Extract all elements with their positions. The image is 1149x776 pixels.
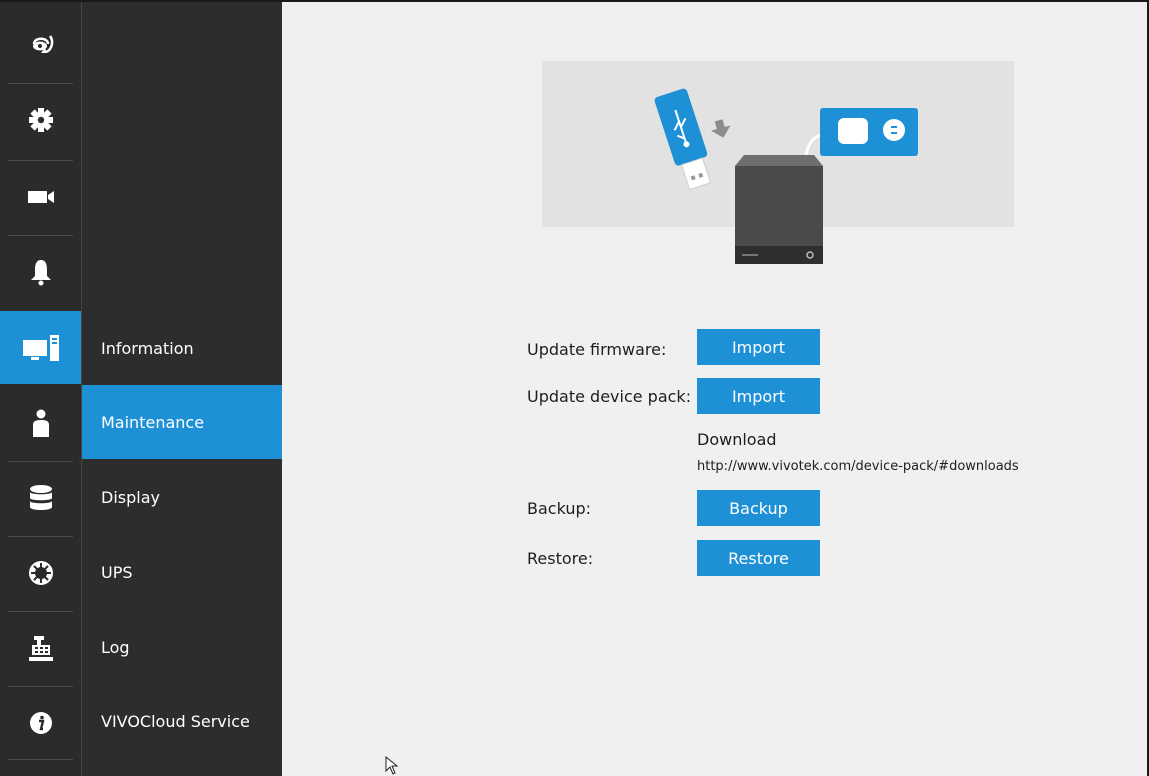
- submenu-item-log[interactable]: Log: [82, 610, 282, 684]
- network-globe-icon: [28, 560, 53, 585]
- restore-button[interactable]: Restore: [697, 540, 820, 576]
- restore-label: Restore:: [527, 549, 594, 568]
- update-firmware-label: Update firmware:: [527, 340, 667, 359]
- download-title: Download: [697, 430, 777, 449]
- submenu-item-display[interactable]: Display: [82, 460, 282, 534]
- rail-item-pos[interactable]: [0, 611, 81, 684]
- update-device-pack-label: Update device pack:: [527, 387, 692, 406]
- submenu-item-ups[interactable]: UPS: [82, 535, 282, 609]
- gear-icon: [28, 107, 53, 132]
- user-icon: [32, 409, 49, 437]
- import-firmware-button[interactable]: Import: [697, 329, 820, 365]
- bell-icon: [30, 259, 51, 285]
- rail-item-event[interactable]: [0, 235, 81, 308]
- submenu-item-label: Display: [101, 487, 160, 507]
- rail-item-system[interactable]: [0, 311, 81, 384]
- submenu-item-label: Maintenance: [101, 412, 205, 432]
- backup-button[interactable]: Backup: [697, 490, 820, 526]
- pos-register-icon: [28, 635, 53, 661]
- submenu-item-information[interactable]: Information: [82, 311, 282, 385]
- rail-item-user[interactable]: [0, 387, 81, 460]
- system-submenu: Information Maintenance Display UPS Log …: [82, 2, 282, 776]
- camera-icon: [27, 190, 54, 203]
- return-icon: [32, 34, 53, 53]
- arrow-down-icon: [711, 119, 731, 138]
- maintenance-illustration: [654, 88, 918, 264]
- mouse-cursor-icon: [385, 756, 399, 775]
- submenu-item-label: UPS: [101, 562, 133, 582]
- submenu-item-label: Log: [101, 637, 130, 657]
- rail-item-info[interactable]: [0, 686, 81, 759]
- info-icon: [29, 711, 52, 734]
- submenu-item-maintenance[interactable]: Maintenance: [82, 385, 282, 459]
- rail-item-return[interactable]: [0, 6, 81, 79]
- submenu-item-label: Information: [101, 338, 194, 358]
- import-device-pack-button[interactable]: Import: [697, 378, 820, 414]
- submenu-item-vivocloud[interactable]: VIVOCloud Service: [82, 684, 282, 758]
- rail-separator: [8, 759, 73, 760]
- backup-label: Backup:: [527, 499, 592, 518]
- storage-database-icon: [29, 484, 52, 510]
- icon-rail: [0, 2, 82, 776]
- rail-item-network[interactable]: [0, 536, 81, 609]
- system-monitor-icon: [22, 334, 59, 361]
- rail-item-camera[interactable]: [0, 160, 81, 233]
- rail-item-settings[interactable]: [0, 83, 81, 156]
- usb-drive-illustration: [654, 88, 712, 191]
- device-pack-download-link[interactable]: http://www.vivotek.com/device-pack/#down…: [697, 459, 1019, 474]
- submenu-item-label: VIVOCloud Service: [101, 711, 250, 731]
- rail-item-storage[interactable]: [0, 461, 81, 534]
